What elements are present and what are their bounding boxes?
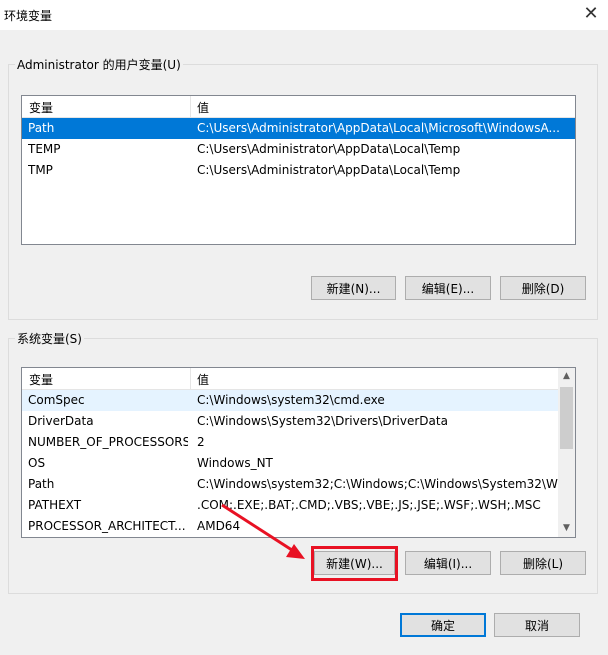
column-separator[interactable] (190, 368, 191, 389)
row-variable-value: C:\Windows\system32\cmd.exe (197, 393, 385, 407)
row-variable-value: C:\Users\Administrator\AppData\Local\Tem… (197, 142, 461, 156)
column-header-value[interactable]: 值 (197, 371, 209, 388)
row-variable-value: C:\Users\Administrator\AppData\Local\Tem… (197, 163, 461, 177)
system-edit-button[interactable]: 编辑(I)... (405, 551, 491, 575)
system-delete-button[interactable]: 删除(L) (500, 551, 586, 575)
system-variables-legend: 系统变量(S) (17, 332, 82, 346)
row-variable-name: TEMP (28, 142, 61, 156)
column-header-variable[interactable]: 变量 (29, 99, 53, 116)
table-row[interactable]: Path C:\Windows\system32;C:\Windows;C:\W… (22, 474, 575, 495)
row-variable-value: C:\Windows\system32;C:\Windows;C:\Window… (197, 477, 569, 491)
row-variable-value: 2 (197, 435, 205, 449)
row-variable-value: AMD64 (197, 519, 241, 533)
row-variable-name: Path (28, 121, 55, 135)
row-variable-name: DriverData (28, 414, 94, 428)
user-edit-button[interactable]: 编辑(E)... (405, 276, 491, 300)
title-bar: 环境变量 ✕ (0, 0, 608, 30)
row-variable-value: .COM;.EXE;.BAT;.CMD;.VBS;.VBE;.JS;.JSE;.… (197, 498, 541, 512)
row-variable-name: PROCESSOR_ARCHITECT... (28, 519, 186, 533)
column-separator[interactable] (190, 96, 191, 117)
row-variable-value: C:\Users\Administrator\AppData\Local\Mic… (197, 121, 560, 135)
vertical-scrollbar[interactable]: ▲ ▼ (558, 368, 575, 537)
scroll-down-icon[interactable]: ▼ (558, 520, 575, 537)
list-header: 变量 值 (22, 368, 575, 390)
table-row[interactable]: OS Windows_NT (22, 453, 575, 474)
scroll-up-icon[interactable]: ▲ (558, 368, 575, 385)
table-row[interactable]: TMP C:\Users\Administrator\AppData\Local… (22, 160, 575, 181)
table-row[interactable]: Path C:\Users\Administrator\AppData\Loca… (22, 118, 575, 139)
row-variable-name: ComSpec (28, 393, 85, 407)
table-row[interactable]: NUMBER_OF_PROCESSORS 2 (22, 432, 575, 453)
system-variables-list[interactable]: 变量 值 ComSpec C:\Windows\system32\cmd.exe… (21, 367, 576, 538)
cancel-button[interactable]: 取消 (494, 613, 580, 637)
row-variable-value: Windows_NT (197, 456, 273, 470)
scrollbar-thumb[interactable] (560, 387, 573, 449)
ok-button[interactable]: 确定 (400, 613, 486, 637)
window-title: 环境变量 (4, 9, 53, 23)
list-header: 变量 值 (22, 96, 575, 118)
user-delete-button[interactable]: 删除(D) (500, 276, 586, 300)
table-row[interactable]: TEMP C:\Users\Administrator\AppData\Loca… (22, 139, 575, 160)
table-row[interactable]: ComSpec C:\Windows\system32\cmd.exe (22, 390, 575, 411)
row-variable-value: C:\Windows\System32\Drivers\DriverData (197, 414, 448, 428)
highlight-box (311, 546, 398, 581)
close-icon[interactable]: ✕ (578, 2, 604, 26)
user-new-button[interactable]: 新建(N)... (311, 276, 396, 300)
row-variable-name: Path (28, 477, 55, 491)
row-variable-name: NUMBER_OF_PROCESSORS (28, 435, 188, 449)
user-variables-legend: Administrator 的用户变量(U) (17, 58, 181, 72)
table-row[interactable]: PROCESSOR_ARCHITECT... AMD64 (22, 516, 575, 537)
row-variable-name: PATHEXT (28, 498, 82, 512)
column-header-variable[interactable]: 变量 (29, 371, 53, 388)
column-header-value[interactable]: 值 (197, 99, 209, 116)
table-row[interactable]: DriverData C:\Windows\System32\Drivers\D… (22, 411, 575, 432)
user-variables-list[interactable]: 变量 值 Path C:\Users\Administrator\AppData… (21, 95, 576, 245)
row-variable-name: TMP (28, 163, 53, 177)
row-variable-name: OS (28, 456, 46, 470)
table-row[interactable]: PATHEXT .COM;.EXE;.BAT;.CMD;.VBS;.VBE;.J… (22, 495, 575, 516)
